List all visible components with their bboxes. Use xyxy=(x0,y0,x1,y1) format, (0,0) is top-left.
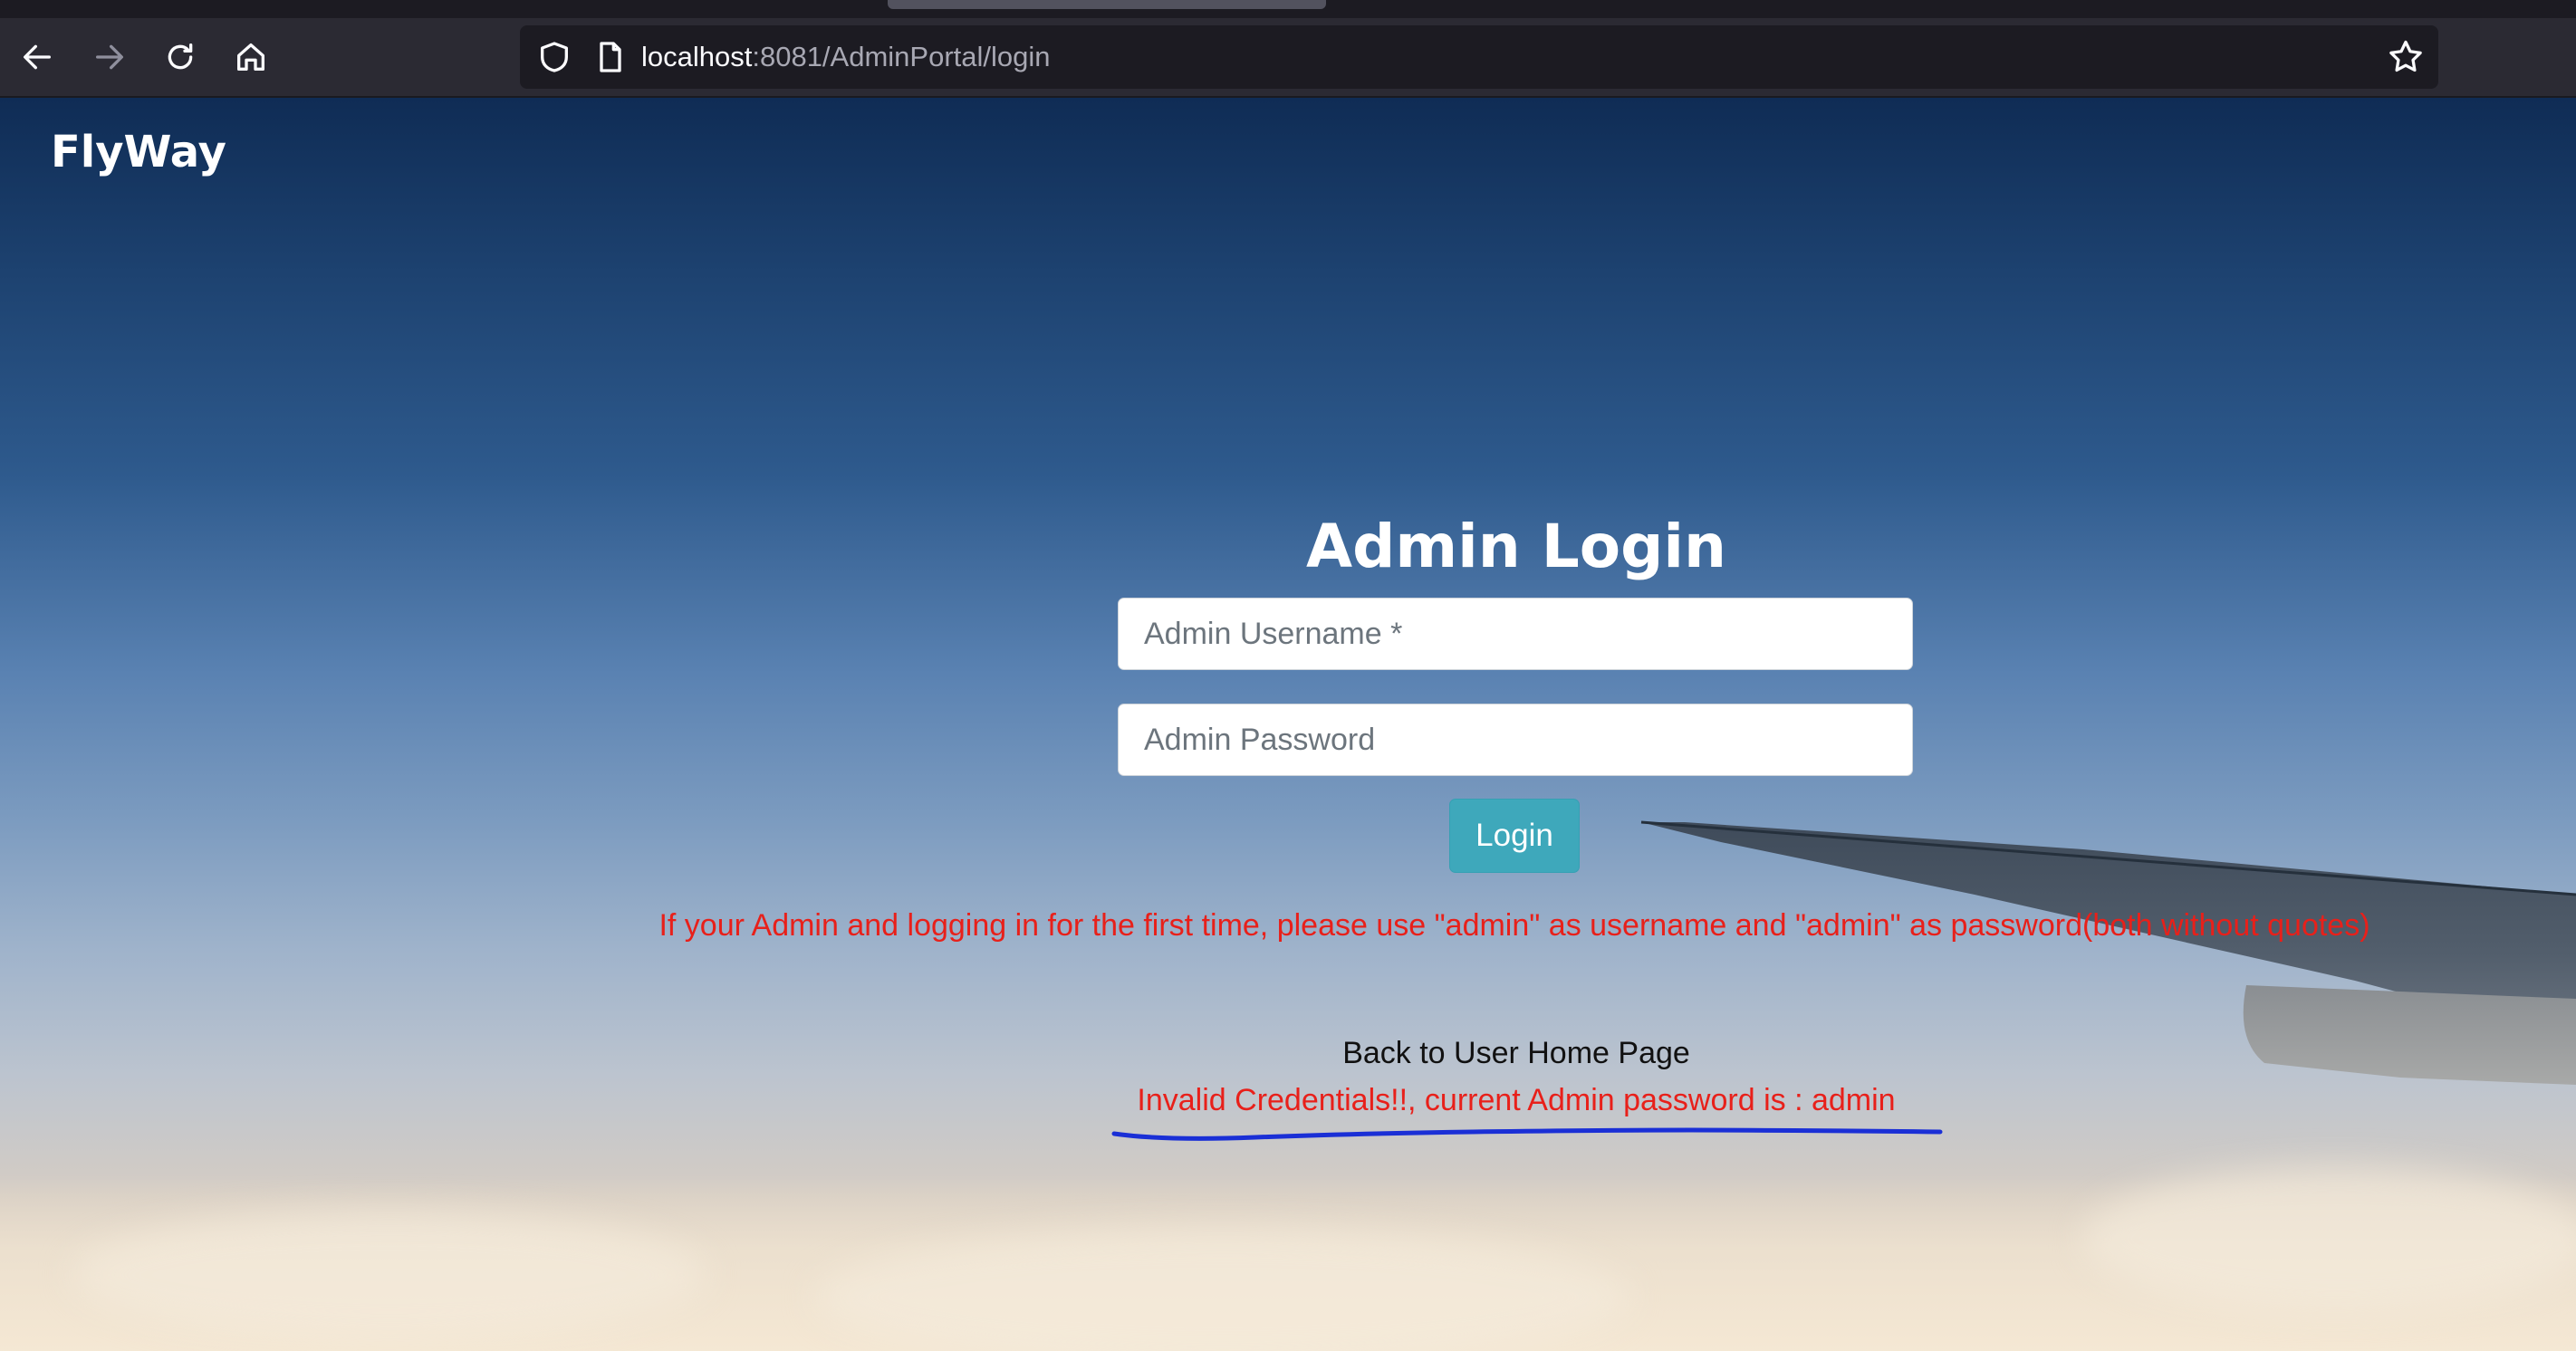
shield-icon[interactable] xyxy=(536,39,572,75)
back-button[interactable] xyxy=(13,33,62,81)
page-icon[interactable] xyxy=(592,39,629,75)
page-title: Admin Login xyxy=(1306,512,1726,581)
admin-password-input[interactable] xyxy=(1118,704,1913,776)
first-time-login-note: If your Admin and logging in for the fir… xyxy=(658,908,2370,943)
url-path: :8081/AdminPortal/login xyxy=(752,41,1051,72)
brand-logo[interactable]: FlyWay xyxy=(51,127,226,177)
back-arrow-icon xyxy=(24,44,51,70)
home-icon xyxy=(237,43,264,72)
active-tab[interactable] xyxy=(888,0,1326,9)
tab-strip xyxy=(0,0,2576,18)
reload-button[interactable] xyxy=(156,33,205,81)
browser-toolbar: localhost:8081/AdminPortal/login xyxy=(0,0,2576,98)
cloud xyxy=(2083,1166,2576,1311)
forward-button[interactable] xyxy=(85,33,134,81)
admin-username-input[interactable] xyxy=(1118,598,1913,670)
cloud xyxy=(72,1212,706,1338)
forward-arrow-icon xyxy=(96,44,123,70)
back-to-home-link[interactable]: Back to User Home Page xyxy=(1118,1036,1915,1071)
address-bar[interactable]: localhost:8081/AdminPortal/login xyxy=(520,25,2438,89)
annotation-underline xyxy=(1111,1127,1943,1141)
reload-icon xyxy=(168,43,193,70)
url-host: localhost xyxy=(641,41,753,72)
star-icon[interactable] xyxy=(2386,37,2426,77)
url-text[interactable]: localhost:8081/AdminPortal/login xyxy=(641,25,1051,89)
home-button[interactable] xyxy=(226,33,275,81)
error-message: Invalid Credentials!!, current Admin pas… xyxy=(1137,1083,1896,1117)
login-button[interactable]: Login xyxy=(1449,799,1580,873)
